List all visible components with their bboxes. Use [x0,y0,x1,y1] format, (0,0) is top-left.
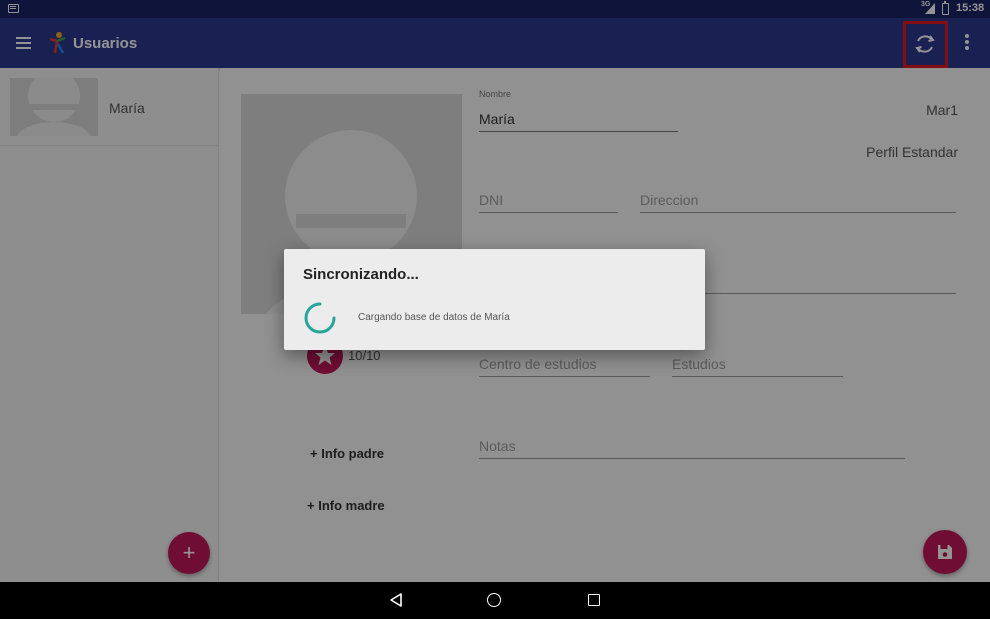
dialog-title: Sincronizando... [303,266,419,283]
recent-apps-icon[interactable] [588,594,600,606]
dialog-message: Cargando base de datos de María [358,312,510,323]
back-icon[interactable] [388,592,404,608]
sync-dialog: Sincronizando... Cargando base de datos … [284,249,705,350]
home-icon[interactable] [487,593,501,607]
navigation-bar [0,582,990,619]
progress-spinner-icon [304,302,336,334]
